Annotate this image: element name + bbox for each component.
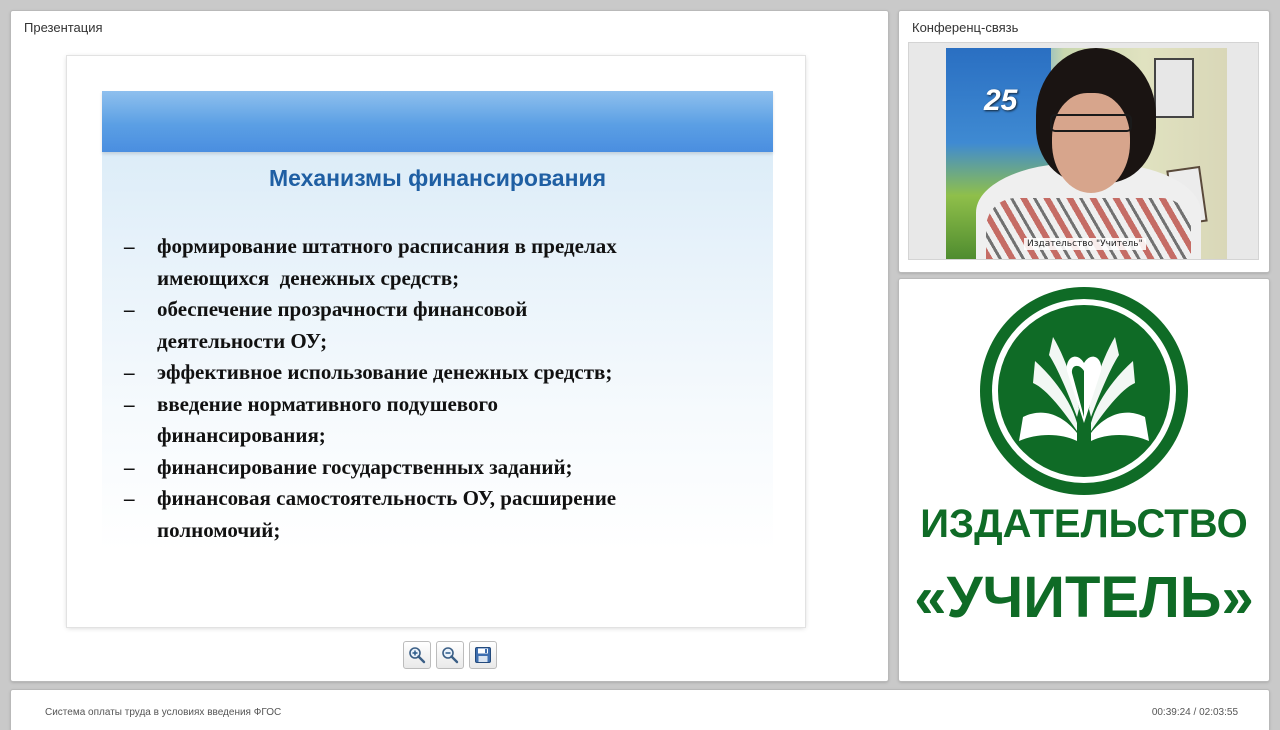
speaker-face xyxy=(1052,93,1130,193)
slide-bullet-line: имеющихся денежных средств; xyxy=(124,263,764,295)
speaker-glasses xyxy=(1050,114,1132,132)
bullet-marker xyxy=(124,326,157,358)
bullet-marker xyxy=(124,420,157,452)
presentation-panel-title: Презентация xyxy=(24,20,103,35)
logo-text-publisher: ИЗДАТЕЛЬСТВО xyxy=(920,502,1248,546)
playback-time: 00:39:24 / 02:03:55 xyxy=(1151,707,1238,718)
logo-text-name: «УЧИТЕЛЬ» xyxy=(914,565,1254,630)
slide-bullet-line: финансирования; xyxy=(124,420,764,452)
bullet-marker: – xyxy=(124,360,135,384)
wall-frame xyxy=(1154,58,1194,118)
slide-bullet-line: – финансовая самостоятельность ОУ, расшир… xyxy=(124,483,764,515)
save-icon xyxy=(475,647,491,663)
slide-bullet-line: деятельности ОУ; xyxy=(124,326,764,358)
bullet-marker: – xyxy=(124,391,135,416)
publisher-logo-icon xyxy=(980,287,1188,495)
slide-bullet-line: – эффективное использование денежных сред… xyxy=(124,357,764,389)
bullet-text: эффективное использование денежных средс… xyxy=(157,360,613,384)
status-bar: Система оплаты труда в условиях введения… xyxy=(11,690,1269,730)
bullet-marker: – xyxy=(124,486,135,510)
bullet-text: введение нормативного подушевого xyxy=(157,391,499,416)
bullet-text: финансирования; xyxy=(157,423,326,447)
slide-bullet-line: полномочий; xyxy=(124,515,764,547)
bullet-text: деятельности ОУ; xyxy=(157,328,328,353)
conference-panel-title: Конференц-связь xyxy=(912,20,1019,35)
presentation-panel: Презентация Механизмы финансирования – фо… xyxy=(11,11,888,681)
bullet-marker: – xyxy=(124,234,135,258)
bullet-text: полномочий; xyxy=(157,517,281,542)
bullet-text: финансовая самостоятельность ОУ, расшире… xyxy=(157,486,617,510)
slide: Механизмы финансирования – формирование ш… xyxy=(102,91,773,551)
conference-panel: Конференц-связь 25 Издательство "Учитель… xyxy=(899,11,1269,272)
webinar-title: Система оплаты труда в условиях введения… xyxy=(45,707,282,718)
video-feed: 25 Издательство "Учитель" xyxy=(946,48,1227,259)
save-button[interactable] xyxy=(469,641,497,669)
logo-panel: ИЗДАТЕЛЬСТВО «УЧИТЕЛЬ» xyxy=(899,279,1269,681)
zoom-in-icon xyxy=(409,647,426,664)
video-container: 25 Издательство "Учитель" xyxy=(909,43,1258,259)
bullet-text: имеющихся денежных средств; xyxy=(157,265,460,290)
slide-header-bar xyxy=(102,91,773,152)
video-caption: Издательство "Учитель" xyxy=(1024,238,1146,250)
zoom-out-icon xyxy=(442,647,459,664)
bullet-marker xyxy=(124,515,157,547)
bullet-marker: – xyxy=(124,297,135,321)
bullet-marker: – xyxy=(124,454,135,479)
bullet-text: финансирование государственных заданий; xyxy=(157,454,573,479)
slide-frame: Механизмы финансирования – формирование ш… xyxy=(67,56,805,627)
zoom-out-button[interactable] xyxy=(436,641,464,669)
bullet-text: обеспечение прозрачности финансовой xyxy=(157,297,528,321)
slide-bullet-line: – введение нормативного подушевого xyxy=(124,389,764,421)
zoom-in-button[interactable] xyxy=(403,641,431,669)
slide-bullet-line: – финансирование государственных заданий; xyxy=(124,452,764,484)
bullet-marker xyxy=(124,263,157,295)
slide-bullet-line: – обеспечение прозрачности финансовой xyxy=(124,294,764,326)
slide-bullet-line: – формирование штатного расписания в пред… xyxy=(124,231,764,263)
slide-heading: Механизмы финансирования xyxy=(268,165,607,191)
bullet-text: формирование штатного расписания в преде… xyxy=(157,234,617,258)
banner-number: 25 xyxy=(984,84,1018,117)
slide-toolbar xyxy=(403,641,497,669)
slide-bullet-list: – формирование штатного расписания в пред… xyxy=(124,231,764,546)
